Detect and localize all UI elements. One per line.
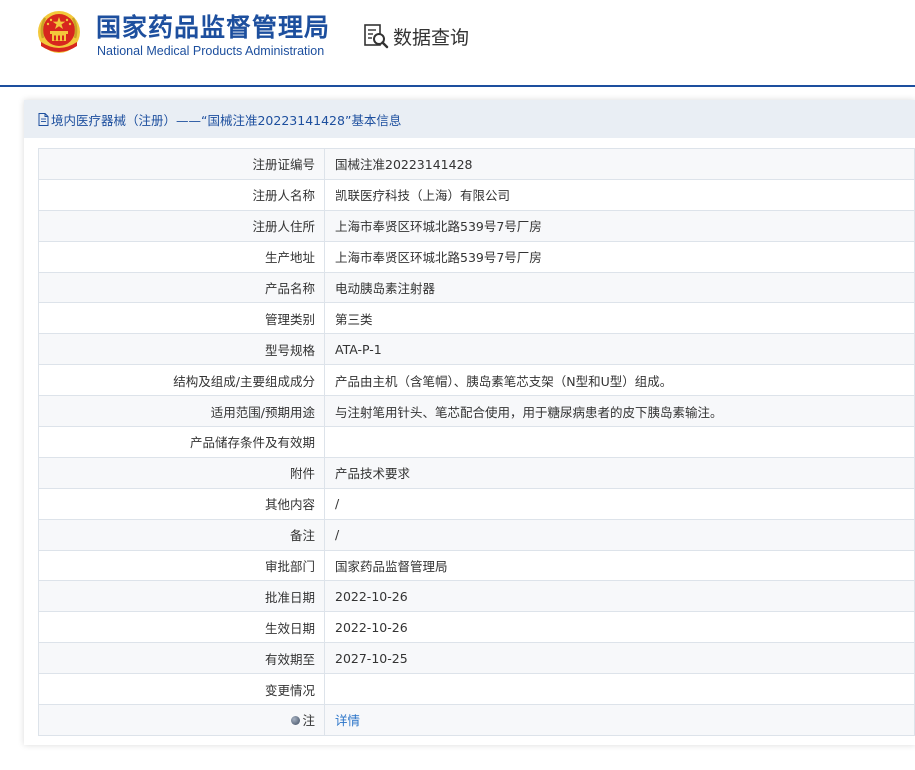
table-row-note: 注 详情 (38, 704, 915, 736)
table-row: 型号规格 ATA-P-1 (38, 333, 915, 366)
data-query-link[interactable]: 数据查询 (362, 20, 469, 52)
row-label: 产品名称 (38, 271, 325, 304)
table-row: 审批部门 国家药品监督管理局 (38, 549, 915, 582)
row-value: 2022-10-26 (324, 580, 915, 613)
data-query-label: 数据查询 (393, 26, 470, 49)
table-row: 注册证编号 国械注准20223141428 (38, 148, 915, 180)
table-row: 生产地址 上海市奉贤区环城北路539号7号厂房 (38, 240, 915, 273)
row-label: 其他内容 (38, 487, 325, 520)
site-header: 国家药品监督管理局 National Medical Products Admi… (0, 0, 915, 88)
table-row: 附件 产品技术要求 (38, 456, 915, 489)
row-label: 型号规格 (38, 333, 325, 366)
row-value: / (324, 487, 915, 520)
row-value: 国家药品监督管理局 (324, 549, 915, 582)
panel-title: 境内医疗器械（注册）——“国械注准20223141428”基本信息 (24, 100, 915, 138)
table-row: 注册人名称 凯联医疗科技（上海）有限公司 (38, 178, 915, 211)
table-row: 变更情况 (38, 673, 915, 706)
table-row: 注册人住所 上海市奉贤区环城北路539号7号厂房 (38, 209, 915, 242)
bullet-dot-icon (291, 716, 301, 726)
header-divider (0, 85, 915, 87)
table-row: 产品名称 电动胰岛素注射器 (38, 271, 915, 304)
panel-title-text: 境内医疗器械（注册）——“国械注准20223141428”基本信息 (51, 112, 402, 128)
row-value: 国械注准20223141428 (324, 148, 915, 180)
row-label: 变更情况 (38, 673, 325, 706)
row-value (324, 426, 915, 458)
row-value: 产品技术要求 (324, 456, 915, 489)
row-value: 与注射笔用针头、笔芯配合使用，用于糖尿病患者的皮下胰岛素输注。 (324, 395, 915, 428)
table-row: 批准日期 2022-10-26 (38, 580, 915, 613)
row-label: 生效日期 (38, 611, 325, 644)
row-label: 批准日期 (38, 580, 325, 613)
note-label-cell: 注 (38, 704, 325, 736)
row-value: 第三类 (324, 302, 915, 335)
row-label: 结构及组成/主要组成成分 (38, 364, 325, 397)
row-label: 注册证编号 (38, 148, 325, 180)
search-document-icon (364, 24, 389, 49)
row-label: 附件 (38, 456, 325, 489)
details-link[interactable]: 详情 (324, 704, 915, 736)
row-label: 产品储存条件及有效期 (38, 426, 325, 458)
note-label: 注 (302, 713, 315, 729)
site-title-en: National Medical Products Administration (97, 44, 325, 58)
site-title-cn: 国家药品监督管理局 (96, 13, 331, 42)
row-label: 管理类别 (38, 302, 325, 335)
row-value: 2022-10-26 (324, 611, 915, 644)
row-label: 生产地址 (38, 240, 325, 273)
row-value (324, 673, 915, 706)
row-label: 有效期至 (38, 642, 325, 675)
row-value: 产品由主机（含笔帽）、胰岛素笔芯支架（N型和U型）组成。 (324, 364, 915, 397)
row-value: 2027-10-25 (324, 642, 915, 675)
document-icon (38, 112, 49, 126)
row-value: / (324, 518, 915, 551)
table-row: 管理类别 第三类 (38, 302, 915, 335)
row-label: 适用范围/预期用途 (38, 395, 325, 428)
registration-info-table: 注册证编号 国械注准20223141428 注册人名称 凯联医疗科技（上海）有限公司… (38, 148, 915, 736)
row-label: 注册人名称 (38, 178, 325, 211)
national-emblem-icon (38, 11, 80, 53)
row-value: ATA-P-1 (324, 333, 915, 366)
table-row: 有效期至 2027-10-25 (38, 642, 915, 675)
row-value: 上海市奉贤区环城北路539号7号厂房 (324, 209, 915, 242)
row-label: 审批部门 (38, 549, 325, 582)
row-label: 注册人住所 (38, 209, 325, 242)
row-value: 凯联医疗科技（上海）有限公司 (324, 178, 915, 211)
row-value: 上海市奉贤区环城北路539号7号厂房 (324, 240, 915, 273)
table-row: 生效日期 2022-10-26 (38, 611, 915, 644)
table-row: 产品储存条件及有效期 (38, 426, 915, 458)
row-label: 备注 (38, 518, 325, 551)
table-row: 备注 / (38, 518, 915, 551)
detail-panel: 境内医疗器械（注册）——“国械注准20223141428”基本信息 注册证编号国… (24, 100, 915, 745)
table-row: 适用范围/预期用途 与注射笔用针头、笔芯配合使用，用于糖尿病患者的皮下胰岛素输注。 (38, 395, 915, 428)
table-row: 其他内容 / (38, 487, 915, 520)
row-value: 电动胰岛素注射器 (324, 271, 915, 304)
table-row: 结构及组成/主要组成成分 产品由主机（含笔帽）、胰岛素笔芯支架（N型和U型）组成。 (38, 364, 915, 397)
